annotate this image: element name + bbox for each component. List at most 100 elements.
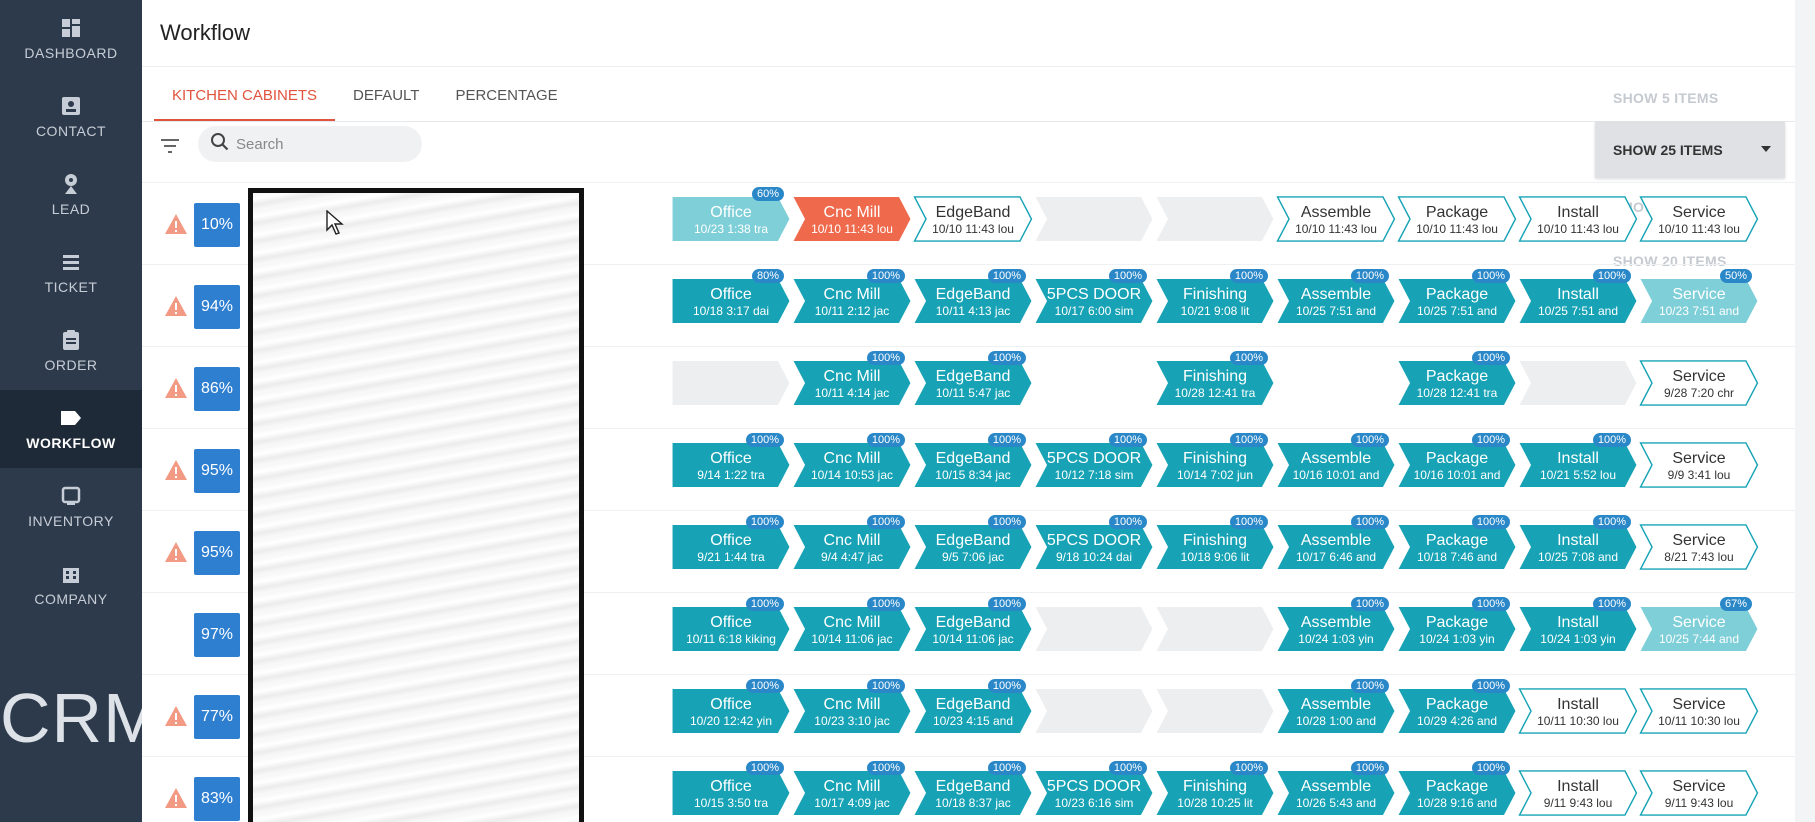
sidebar-item-lead[interactable]: LEAD (0, 156, 142, 234)
stage-cnc-mill[interactable]: Cnc Mill 10/10 11:43 lou (791, 196, 913, 242)
tab-default[interactable]: DEFAULT (335, 78, 437, 122)
stage-service[interactable]: Service 10/23 7:51 and 50% (1638, 269, 1760, 324)
stage-finishing[interactable] (1154, 606, 1276, 652)
stage-install[interactable]: Install 10/25 7:51 and 100% (1517, 269, 1639, 324)
stage-finishing[interactable]: Finishing 10/21 9:08 lit 100% (1154, 269, 1276, 324)
stage-finishing[interactable]: Finishing 10/28 10:25 lit 100% (1154, 761, 1276, 816)
sidebar-item-workflow[interactable]: WORKFLOW (0, 390, 142, 468)
stage-cnc-mill[interactable]: Cnc Mill 9/4 4:47 jac 100% (791, 515, 913, 570)
stage-finishing[interactable]: Finishing 10/28 12:41 tra 100% (1154, 351, 1276, 406)
stage-package[interactable]: Package 10/29 4:26 and 100% (1396, 679, 1518, 734)
stage-label: Assemble (1300, 777, 1372, 795)
sidebar-item-inventory[interactable]: INVENTORY (0, 468, 142, 546)
stage-label: Office (710, 613, 752, 631)
stage-office[interactable]: Office 9/21 1:44 tra 100% (670, 515, 792, 570)
stage-label: Package (1425, 613, 1489, 631)
stage-5pcs-door[interactable]: 5PCS DOOR 10/12 7:18 sim 100% (1033, 433, 1155, 488)
stage-service[interactable]: Service 9/11 9:43 lou (1638, 770, 1760, 816)
stage-install[interactable]: Install 10/25 7:08 and 100% (1517, 515, 1639, 570)
stage-cnc-mill[interactable]: Cnc Mill 10/23 3:10 jac 100% (791, 679, 913, 734)
stage-office[interactable]: Office 10/15 3:50 tra 100% (670, 761, 792, 816)
stage-5pcs-door[interactable] (1033, 196, 1155, 242)
stage-edgeband[interactable]: EdgeBand 10/14 11:06 jac 100% (912, 597, 1034, 652)
stage-assemble[interactable]: Assemble 10/26 5:43 and 100% (1275, 761, 1397, 816)
stage-office[interactable] (670, 360, 792, 406)
stage-cnc-mill[interactable]: Cnc Mill 10/14 10:53 jac 100% (791, 433, 913, 488)
stage-install[interactable]: Install 10/10 11:43 lou (1517, 196, 1639, 242)
show-items-selected-label: SHOW 25 ITEMS (1613, 142, 1723, 158)
stage-office[interactable]: Office 10/18 3:17 dai 80% (670, 269, 792, 324)
stage-office[interactable]: Office 10/11 6:18 kiking 100% (670, 597, 792, 652)
sidebar-item-contact[interactable]: CONTACT (0, 78, 142, 156)
stage-service[interactable]: Service 10/10 11:43 lou (1638, 196, 1760, 242)
stage-label: Package (1425, 777, 1489, 795)
stage-package[interactable]: Package 10/18 7:46 and 100% (1396, 515, 1518, 570)
stage-assemble[interactable]: Assemble 10/16 10:01 and 100% (1275, 433, 1397, 488)
stage-package[interactable]: Package 10/24 1:03 yin 100% (1396, 597, 1518, 652)
stage-package[interactable]: Package 10/28 9:16 and 100% (1396, 761, 1518, 816)
stage-5pcs-door[interactable]: 5PCS DOOR 9/18 10:24 dai 100% (1033, 515, 1155, 570)
stage-assemble[interactable]: Assemble 10/10 11:43 lou (1275, 196, 1397, 242)
stage-edgeband[interactable]: EdgeBand 10/23 4:15 and 100% (912, 679, 1034, 734)
stage-install[interactable] (1517, 360, 1639, 406)
tab-kitchen-cabinets[interactable]: KITCHEN CABINETS (154, 78, 336, 122)
stage-assemble[interactable]: Assemble 10/24 1:03 yin 100% (1275, 597, 1397, 652)
stage-finishing[interactable]: Finishing 10/14 7:02 jun 100% (1154, 433, 1276, 488)
stage-assemble[interactable]: Assemble 10/28 1:00 and 100% (1275, 679, 1397, 734)
stage-edgeband[interactable]: EdgeBand 10/18 8:37 jac 100% (912, 761, 1034, 816)
stage-5pcs-door[interactable]: 5PCS DOOR 10/23 6:16 sim 100% (1033, 761, 1155, 816)
stage-5pcs-door[interactable] (1033, 688, 1155, 734)
stage-service[interactable]: Service 10/11 10:30 lou (1638, 688, 1760, 734)
stage-install[interactable]: Install 10/21 5:52 lou 100% (1517, 433, 1639, 488)
stage-finishing[interactable] (1154, 688, 1276, 734)
stage-package[interactable]: Package 10/25 7:51 and 100% (1396, 269, 1518, 324)
stage-install[interactable]: Install 10/24 1:03 yin 100% (1517, 597, 1639, 652)
stage-service[interactable]: Service 9/9 3:41 lou (1638, 442, 1760, 488)
stage-label: Install (1557, 777, 1599, 795)
show-items-select[interactable]: SHOW 25 ITEMS (1595, 122, 1785, 178)
stage-label: Cnc Mill (823, 777, 881, 795)
stage-service[interactable]: Service 10/25 7:44 and 67% (1638, 597, 1760, 652)
stage-label: 5PCS DOOR (1046, 449, 1142, 467)
stage-label: Service (1672, 695, 1726, 713)
stage-edgeband[interactable]: EdgeBand 10/15 8:34 jac 100% (912, 433, 1034, 488)
stage-cnc-mill[interactable]: Cnc Mill 10/17 4:09 jac 100% (791, 761, 913, 816)
search-input[interactable] (236, 135, 406, 153)
stage-service[interactable]: Service 9/28 7:20 chr (1638, 360, 1760, 406)
stage-label: Service (1672, 367, 1726, 385)
stage-package[interactable]: Package 10/10 11:43 lou (1396, 196, 1518, 242)
sidebar-item-company[interactable]: COMPANY (0, 546, 142, 624)
stage-assemble[interactable]: Assemble 10/17 6:46 and 100% (1275, 515, 1397, 570)
stage-assemble[interactable]: Assemble 10/25 7:51 and 100% (1275, 269, 1397, 324)
stage-service[interactable]: Service 8/21 7:43 lou (1638, 524, 1760, 570)
stage-5pcs-door[interactable] (1033, 606, 1155, 652)
stage-percent-badge: 100% (1108, 515, 1147, 529)
stage-package[interactable]: Package 10/16 10:01 and 100% (1396, 433, 1518, 488)
sidebar-item-order[interactable]: ORDER (0, 312, 142, 390)
stage-cnc-mill[interactable]: Cnc Mill 10/11 4:14 jac 100% (791, 351, 913, 406)
stage-edgeband[interactable]: EdgeBand 10/10 11:43 lou (912, 196, 1034, 242)
stage-package[interactable]: Package 10/28 12:41 tra 100% (1396, 351, 1518, 406)
tab-percentage[interactable]: PERCENTAGE (437, 78, 575, 122)
stage-label: 5PCS DOOR (1046, 285, 1142, 303)
stage-office[interactable]: Office 9/14 1:22 tra 100% (670, 433, 792, 488)
stage-cnc-mill[interactable]: Cnc Mill 10/11 2:12 jac 100% (791, 269, 913, 324)
stage-install[interactable]: Install 10/11 10:30 lou (1517, 688, 1639, 734)
sidebar-item-dashboard[interactable]: DASHBOARD (0, 0, 142, 78)
stage-office[interactable]: Office 10/20 12:42 yin 100% (670, 679, 792, 734)
stage-install[interactable]: Install 9/11 9:43 lou (1517, 770, 1639, 816)
stage-cnc-mill[interactable]: Cnc Mill 10/14 11:06 jac 100% (791, 597, 913, 652)
progress-badge: 86% (194, 367, 240, 411)
stage-edgeband[interactable]: EdgeBand 9/5 7:06 jac 100% (912, 515, 1034, 570)
show-items-option[interactable]: SHOW 5 ITEMS (1613, 90, 1719, 106)
filter-icon[interactable] (158, 134, 182, 158)
stage-office[interactable]: Office 10/23 1:38 tra 60% (670, 187, 792, 242)
search-icon (210, 132, 230, 157)
stage-5pcs-door[interactable]: 5PCS DOOR 10/17 6:00 sim 100% (1033, 269, 1155, 324)
sidebar-item-ticket[interactable]: TICKET (0, 234, 142, 312)
order-icon (60, 329, 82, 351)
stage-finishing[interactable] (1154, 196, 1276, 242)
stage-edgeband[interactable]: EdgeBand 10/11 5:47 jac 100% (912, 351, 1034, 406)
stage-edgeband[interactable]: EdgeBand 10/11 4:13 jac 100% (912, 269, 1034, 324)
stage-finishing[interactable]: Finishing 10/18 9:06 lit 100% (1154, 515, 1276, 570)
